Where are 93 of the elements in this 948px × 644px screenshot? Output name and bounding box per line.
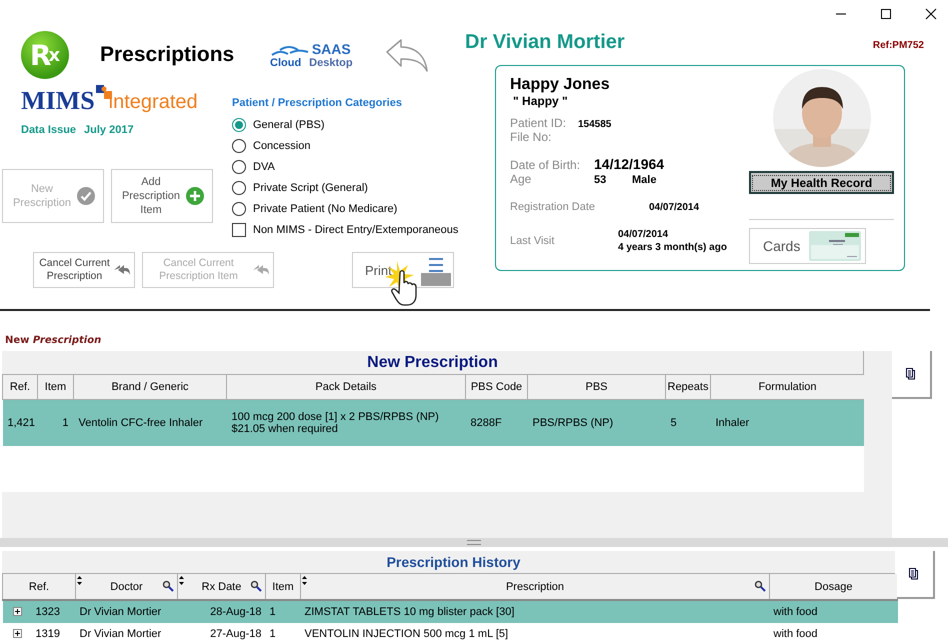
table-cell: 1319 <box>36 628 60 640</box>
cancel-button[interactable]: Cancel Current Prescription <box>33 252 135 288</box>
column-header[interactable]: PBS <box>528 374 666 400</box>
clipboard-button[interactable] <box>895 551 935 599</box>
table-row[interactable]: 1319 Dr Vivian Mortier 27-Aug-18 1 VENTOLIN INJECTION 500 mcg 1 mL [5] with food <box>2 623 898 644</box>
field-label: Date of Birth: <box>510 158 582 172</box>
cards-button[interactable]: Cards <box>749 228 866 264</box>
table-cell: with food <box>774 606 818 618</box>
table-cell: 28-Aug-18 <box>210 606 262 618</box>
column-header[interactable]: Brand / Generic <box>74 374 226 400</box>
table-cell: 27-Aug-18 <box>210 628 262 640</box>
table-cell: 1 <box>62 417 68 429</box>
column-header[interactable]: Item <box>266 574 300 600</box>
column-header[interactable]: Rx Date <box>178 574 266 600</box>
field-label: Age <box>510 172 532 186</box>
action-button[interactable]: Add Prescription Item <box>111 169 213 223</box>
search-icon[interactable] <box>250 580 262 592</box>
logo-text: Desktop <box>309 57 353 69</box>
radio-option[interactable]: General (PBS) <box>232 114 465 135</box>
column-header[interactable]: Pack Details <box>226 374 466 400</box>
table-cell: 1 <box>270 606 276 618</box>
hand-cursor-icon <box>391 270 417 306</box>
field-label: Patient ID: <box>510 116 568 130</box>
table-cell: 8288F <box>470 417 502 429</box>
table-cell: 1 <box>270 628 276 640</box>
column-header[interactable]: Repeats <box>666 374 710 400</box>
table-cell: PBS/RPBS (NP) <box>532 417 614 429</box>
table-cell: Dr Vivian Mortier <box>80 606 162 618</box>
check-icon <box>77 187 95 205</box>
checkbox-option[interactable]: Non MIMS - Direct Entry/Extemporaneous <box>232 219 465 240</box>
close-icon[interactable] <box>925 8 937 20</box>
radio-option[interactable]: Private Patient (No Medicare) <box>232 198 465 219</box>
table-cell: 1,421 <box>8 417 36 429</box>
print-button[interactable]: Print <box>352 252 454 288</box>
menu-icon <box>427 256 445 274</box>
column-header[interactable]: Prescription <box>300 574 770 600</box>
page-title: Prescriptions <box>100 43 236 67</box>
table-cell: Dr Vivian Mortier <box>80 628 162 640</box>
back-arrow-icon[interactable] <box>384 38 429 72</box>
data-issue-label: Data Issue <box>21 124 76 136</box>
field-value: 14/12/1964 <box>594 156 664 172</box>
patient-name: Happy Jones <box>510 76 611 94</box>
field-value: 53 <box>594 174 608 186</box>
field-value: 4 years 3 month(s) ago <box>618 242 727 253</box>
expand-icon[interactable] <box>12 629 22 638</box>
field-value: 04/07/2014 <box>649 202 700 213</box>
column-header[interactable]: Ref. <box>2 574 76 600</box>
radio-option[interactable]: Concession <box>232 135 465 156</box>
table-cell: Ventolin CFC-free Inhaler <box>78 417 203 429</box>
expand-icon[interactable] <box>12 607 22 616</box>
search-icon[interactable] <box>754 580 766 592</box>
logo-text: Cloud <box>270 57 302 69</box>
reply-all-icon <box>252 264 270 276</box>
search-icon[interactable] <box>162 580 174 592</box>
data-issue-value: July 2017 <box>84 124 134 136</box>
clipboard-button[interactable] <box>892 351 932 399</box>
mims-logo: MIMS integrated <box>21 86 199 116</box>
field-value: Male <box>632 174 656 186</box>
reference-code: Ref:PM752 <box>872 40 924 53</box>
field-label: Last Visit <box>510 235 556 247</box>
table-cell: Inhaler <box>716 417 750 429</box>
field-value: 04/07/2014 <box>618 229 670 240</box>
current-prescription-label: New Prescription <box>4 334 102 348</box>
column-header[interactable]: Formulation <box>710 374 864 400</box>
categories-title: Patient / Prescription Categories <box>232 97 403 109</box>
column-header[interactable]: Dosage <box>770 574 898 600</box>
table-cell: 5 <box>670 417 677 429</box>
copy-icon <box>909 568 919 580</box>
column-header[interactable]: Doctor <box>76 574 178 600</box>
doctor-name: Dr Vivian Mortier <box>465 31 625 54</box>
splitter-handle[interactable] <box>0 538 948 547</box>
maximize-icon[interactable] <box>880 8 892 20</box>
table-cell: 1323 <box>36 606 60 618</box>
column-header[interactable]: Ref. <box>2 374 38 400</box>
radio-option[interactable]: Private Script (General) <box>232 177 465 198</box>
field-label: Registration Date <box>510 201 596 213</box>
field-value: 154585 <box>578 119 612 130</box>
waves-icon <box>270 45 310 57</box>
table-title: New Prescription <box>2 351 864 374</box>
reply-all-icon <box>113 264 131 276</box>
table-cell: ZIMSTAT TABLETS 10 mg blister pack [30] <box>304 606 514 618</box>
patient-nickname: " Happy " <box>513 94 569 108</box>
field-label: File No: <box>510 130 552 144</box>
radio-option[interactable]: DVA <box>232 156 465 177</box>
table-cell: with food <box>774 628 818 640</box>
column-header[interactable]: Item <box>38 374 74 400</box>
logo-text: SAAS <box>312 41 352 57</box>
table-cell: VENTOLIN INJECTION 500 mcg 1 mL [5] <box>304 628 508 640</box>
column-header[interactable]: PBS Code <box>466 374 528 400</box>
plus-icon <box>186 187 204 205</box>
table-cell: 100 mcg 200 dose [1] x 2 PBS/RPBS (NP) $21.05 when required <box>232 411 439 435</box>
copy-icon <box>906 368 916 380</box>
health-record-button[interactable]: My Health Record <box>749 171 894 194</box>
